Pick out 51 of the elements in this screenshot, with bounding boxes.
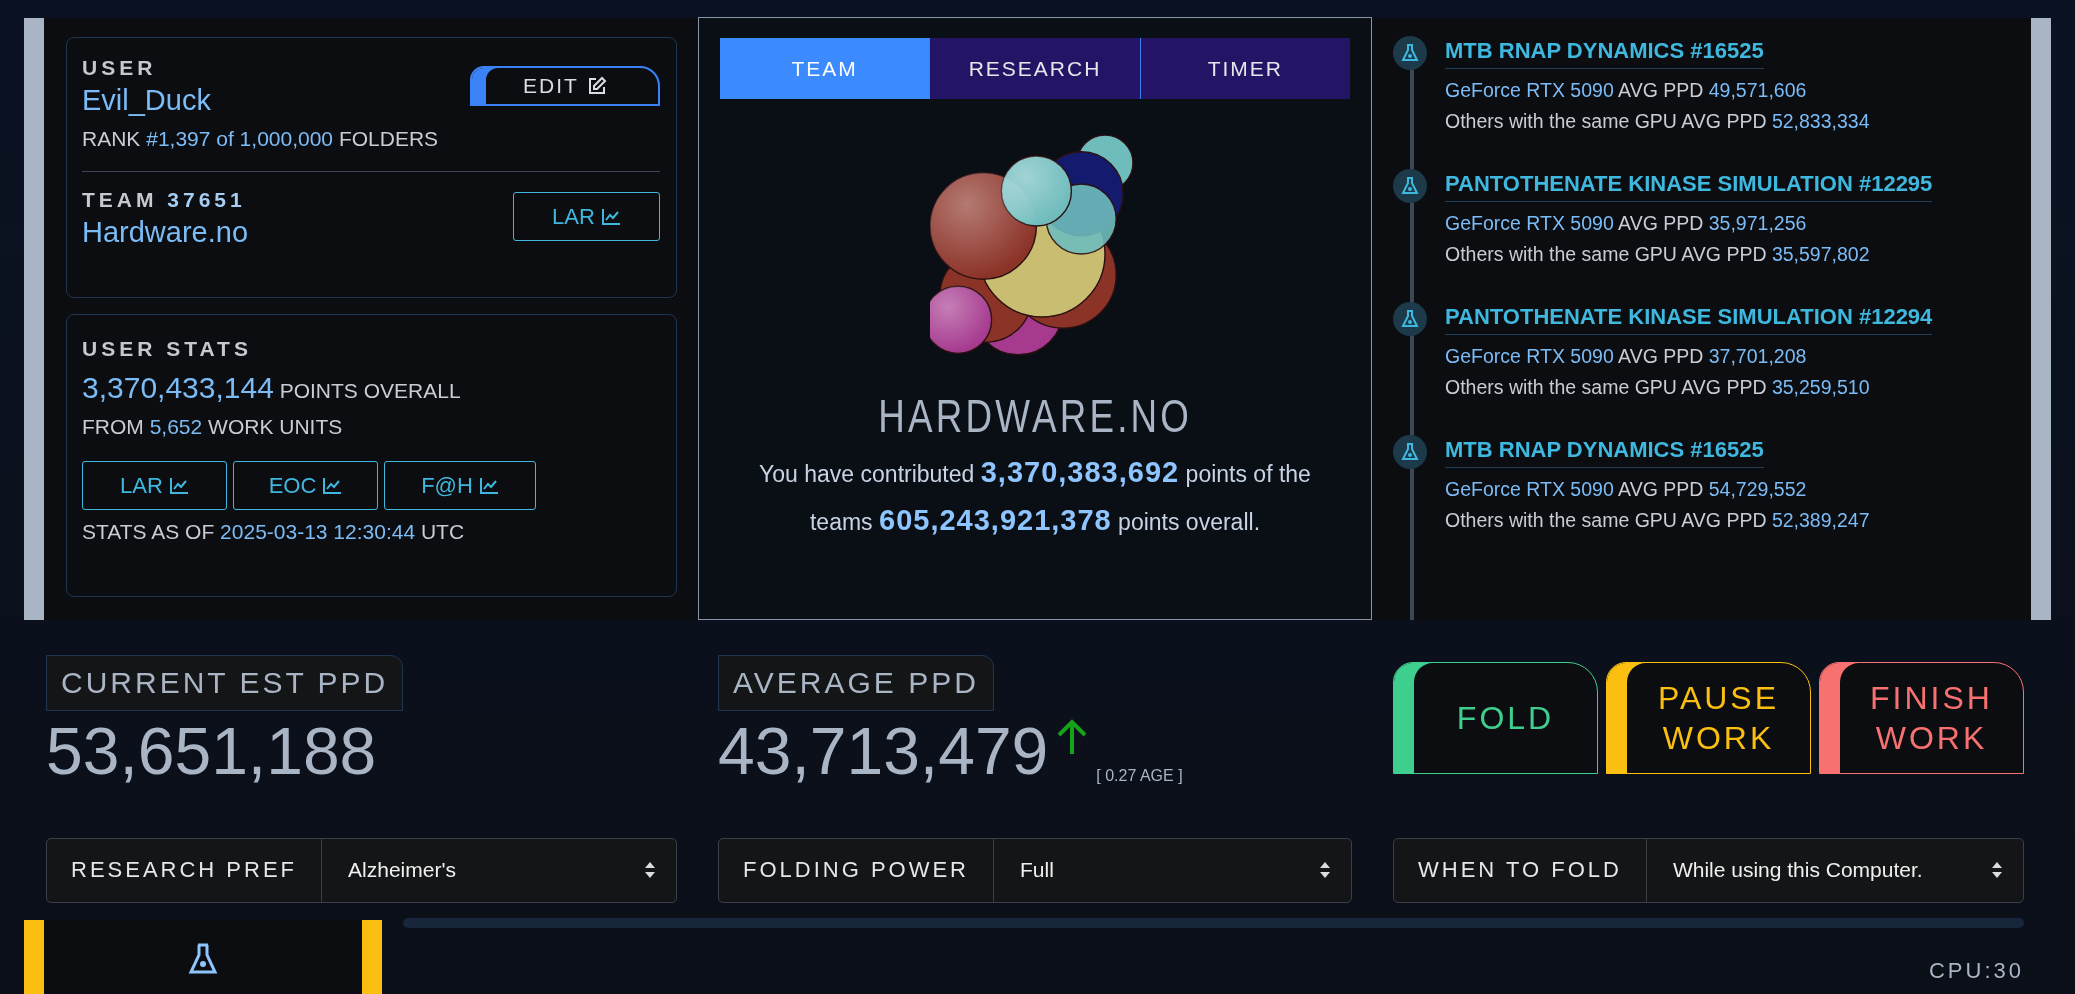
flask-icon <box>188 942 218 976</box>
points-text: 3,370,433,144 POINTS OVERALL <box>82 371 462 405</box>
others-ppd-text: Others with the same GPU AVG PPD 52,389,247 <box>1445 509 1870 532</box>
team-label: TEAM 37651 <box>82 188 247 212</box>
ppd-value: 43,713,479 <box>718 713 1049 789</box>
gpu-ppd-text: GeForce RTX 5090 AVG PPD 37,701,208 <box>1445 345 1808 368</box>
stats-label: USER STATS <box>82 337 253 361</box>
flask-icon <box>1393 435 1427 469</box>
work-unit-title[interactable]: PANTOTHENATE KINASE SIMULATION #12294 <box>1445 304 1933 335</box>
flask-icon <box>1393 36 1427 70</box>
chart-icon <box>478 476 499 495</box>
others-ppd-text: Others with the same GPU AVG PPD 52,833,334 <box>1445 110 1870 133</box>
age-text: [ 0.27 AGE ] <box>1096 767 1183 785</box>
ppd-label: AVERAGE PPD <box>718 655 994 711</box>
flask-icon <box>1393 302 1427 336</box>
tab[interactable]: RESEARCH <box>929 38 1140 99</box>
chart-icon <box>322 476 343 495</box>
user-label: USER <box>82 56 158 80</box>
team-name[interactable]: Hardware.no <box>82 216 249 249</box>
work-unit-title[interactable]: MTB RNAP DYNAMICS #16525 <box>1445 437 1764 468</box>
edit-icon <box>586 76 607 96</box>
action-button[interactable]: FOLD <box>1393 662 1598 774</box>
work-unit-tab[interactable] <box>24 920 382 994</box>
others-ppd-text: Others with the same GPU AVG PPD 35,259,510 <box>1445 376 1871 399</box>
work-unit-title[interactable]: MTB RNAP DYNAMICS #16525 <box>1445 38 1764 69</box>
stats-link-button[interactable]: EOC <box>233 461 378 510</box>
arrow-up-icon <box>1056 719 1089 755</box>
user-name[interactable]: Evil_Duck <box>82 84 211 117</box>
ppd-label: CURRENT EST PPD <box>46 655 404 711</box>
gpu-ppd-text: GeForce RTX 5090 AVG PPD 54,729,552 <box>1445 478 1808 501</box>
team-title: HARDWARE.NO <box>878 389 1192 443</box>
rank-text: RANK #1,397 of 1,000,000 FOLDERS <box>82 127 440 151</box>
edit-button[interactable]: EDIT <box>470 66 660 106</box>
action-button[interactable]: FINISH WORK <box>1819 662 2024 774</box>
work-unit-title[interactable]: PANTOTHENATE KINASE SIMULATION #12295 <box>1445 171 1933 202</box>
action-button[interactable]: PAUSE WORK <box>1606 662 1811 774</box>
flask-icon <box>1393 169 1427 203</box>
gpu-ppd-text: GeForce RTX 5090 AVG PPD 35,971,256 <box>1445 212 1808 235</box>
ppd-value: 53,651,188 <box>46 713 378 789</box>
stats-date-text: STATS AS OF 2025-03-13 12:30:44 UTC <box>82 520 466 544</box>
work-units-text: FROM 5,652 WORK UNITS <box>82 415 344 439</box>
contribution-text: You have contributed 3,370,383,692 points of the teams 605,243,921,378 points overall. <box>758 455 1312 538</box>
chart-icon <box>168 476 189 495</box>
others-ppd-text: Others with the same GPU AVG PPD 35,597,802 <box>1445 243 1871 266</box>
cpu-label: CPU:30 <box>1928 958 2024 984</box>
stats-link-button[interactable]: LAR <box>82 461 227 510</box>
stats-link-button[interactable]: F@H <box>384 461 536 510</box>
tab[interactable]: TIMER <box>1139 38 1350 99</box>
chart-icon <box>600 207 621 226</box>
team-stats-button[interactable]: LAR <box>513 192 660 241</box>
gpu-ppd-text: GeForce RTX 5090 AVG PPD 49,571,606 <box>1445 79 1808 102</box>
